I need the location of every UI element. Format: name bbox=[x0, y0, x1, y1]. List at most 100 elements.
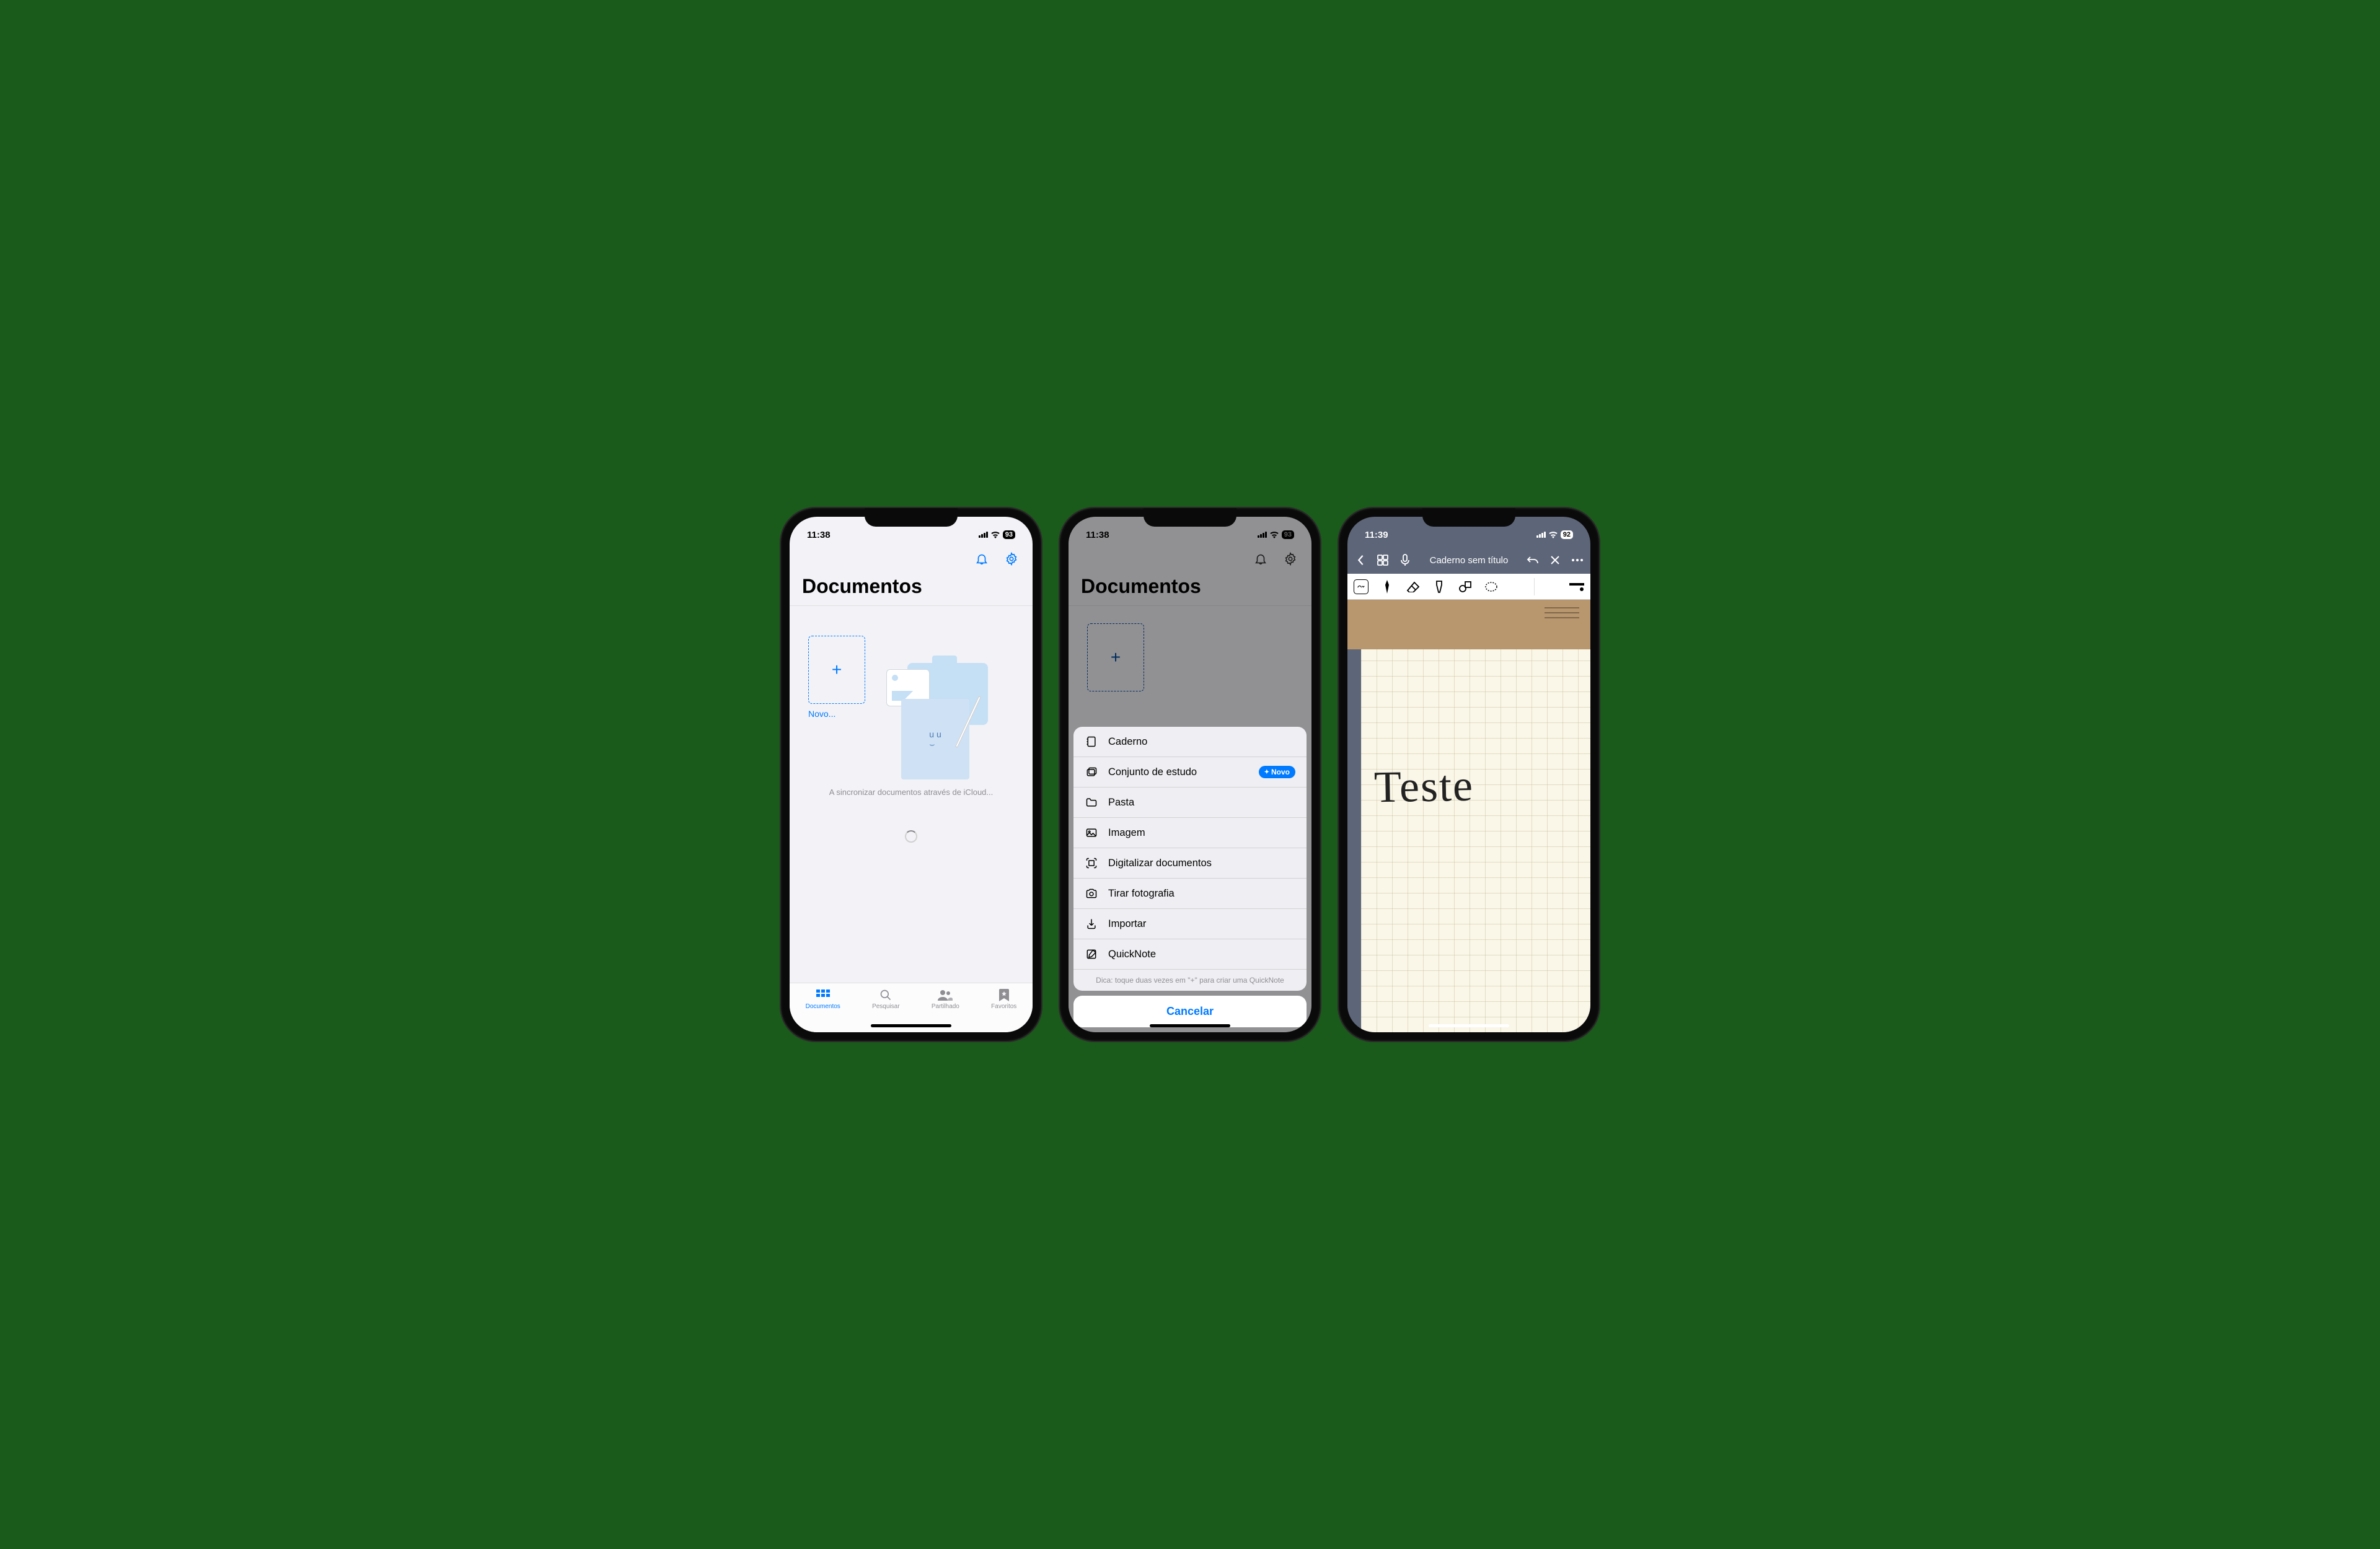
back-icon[interactable] bbox=[1354, 553, 1367, 567]
illustration: u u⌣ bbox=[852, 651, 994, 762]
battery-badge: 93 bbox=[1003, 530, 1015, 539]
mic-icon[interactable] bbox=[1398, 553, 1412, 567]
status-right: 92 bbox=[1536, 530, 1573, 539]
battery-badge: 93 bbox=[1282, 530, 1294, 539]
action-sheet: Caderno Conjunto de estudo ✦Novo Pasta I… bbox=[1073, 727, 1307, 1027]
phone-1: 11:38 93 Documentos + Novo... u bbox=[781, 508, 1041, 1041]
lasso-tool-icon[interactable] bbox=[1484, 579, 1499, 594]
menu-label: Importar bbox=[1108, 918, 1146, 930]
highlighter-tool-icon[interactable] bbox=[1432, 579, 1447, 594]
content-area: + Novo... u u⌣ A sincronizar documentos … bbox=[790, 613, 1033, 886]
gear-icon[interactable] bbox=[1003, 550, 1020, 568]
tool-bar bbox=[1347, 574, 1590, 600]
menu-image[interactable]: Imagem bbox=[1073, 818, 1307, 848]
menu-photo[interactable]: Tirar fotografia bbox=[1073, 879, 1307, 909]
tab-label: Favoritos bbox=[991, 1003, 1016, 1010]
home-indicator[interactable] bbox=[1150, 1024, 1230, 1027]
wifi-icon bbox=[1269, 531, 1279, 538]
nav-left bbox=[1354, 553, 1412, 567]
divider bbox=[790, 605, 1033, 606]
undo-icon[interactable] bbox=[1526, 553, 1540, 567]
sheet-hint: Dica: toque duas vezes em "+" para criar… bbox=[1073, 970, 1307, 991]
grid-icon[interactable] bbox=[1376, 553, 1390, 567]
new-badge: ✦Novo bbox=[1259, 766, 1295, 778]
notch bbox=[1422, 508, 1515, 527]
more-icon[interactable] bbox=[1571, 553, 1584, 567]
quicknote-icon bbox=[1085, 947, 1098, 961]
menu-folder[interactable]: Pasta bbox=[1073, 788, 1307, 818]
signal-icon bbox=[1536, 532, 1546, 538]
zoom-tool-icon[interactable] bbox=[1354, 579, 1368, 594]
bookmark-icon bbox=[996, 988, 1012, 1002]
notebook-title[interactable]: Caderno sem título bbox=[1430, 555, 1509, 566]
bell-icon[interactable] bbox=[1252, 550, 1269, 568]
status-time: 11:38 bbox=[807, 530, 831, 540]
menu-study-set[interactable]: Conjunto de estudo ✦Novo bbox=[1073, 757, 1307, 788]
divider bbox=[1069, 605, 1311, 606]
tab-favorites[interactable]: Favoritos bbox=[991, 988, 1016, 1032]
folder-icon bbox=[1085, 796, 1098, 809]
page-title: Documentos bbox=[1069, 573, 1311, 605]
sheet-panel: Caderno Conjunto de estudo ✦Novo Pasta I… bbox=[1073, 727, 1307, 991]
sync-status-text: A sincronizar documentos através de iClo… bbox=[790, 787, 1033, 798]
home-indicator[interactable] bbox=[871, 1024, 951, 1027]
menu-label: Conjunto de estudo bbox=[1108, 766, 1197, 778]
notch bbox=[865, 508, 958, 527]
notebook-cover bbox=[1347, 600, 1590, 649]
people-icon bbox=[937, 988, 953, 1002]
camera-icon bbox=[1085, 887, 1098, 900]
tab-label: Documentos bbox=[806, 1003, 840, 1010]
screen-documents: 11:38 93 Documentos + Novo... u bbox=[790, 517, 1033, 1032]
import-icon bbox=[1085, 917, 1098, 931]
menu-quicknote[interactable]: QuickNote bbox=[1073, 939, 1307, 970]
battery-badge: 92 bbox=[1561, 530, 1573, 539]
shapes-tool-icon[interactable] bbox=[1458, 579, 1473, 594]
nav-bar: Caderno sem título bbox=[1347, 546, 1590, 574]
cards-icon bbox=[1085, 765, 1098, 779]
grid-icon bbox=[815, 988, 831, 1002]
signal-icon bbox=[979, 532, 988, 538]
menu-scan[interactable]: Digitalizar documentos bbox=[1073, 848, 1307, 879]
menu-label: Digitalizar documentos bbox=[1108, 858, 1212, 869]
menu-label: QuickNote bbox=[1108, 949, 1156, 960]
style-tool-icon[interactable] bbox=[1569, 579, 1584, 594]
status-time: 11:38 bbox=[1086, 530, 1109, 540]
page-title: Documentos bbox=[790, 573, 1033, 605]
scan-icon bbox=[1085, 856, 1098, 870]
tab-label: Pesquisar bbox=[872, 1003, 899, 1010]
tab-label: Partilhado bbox=[932, 1003, 959, 1010]
home-indicator[interactable] bbox=[1429, 1024, 1509, 1027]
screen-notebook: 11:39 92 Caderno sem título bbox=[1347, 517, 1590, 1032]
menu-import[interactable]: Importar bbox=[1073, 909, 1307, 939]
tab-documents[interactable]: Documentos bbox=[806, 988, 840, 1032]
notebook-icon bbox=[1085, 735, 1098, 748]
pen-tool-icon[interactable] bbox=[1380, 579, 1395, 594]
menu-notebook[interactable]: Caderno bbox=[1073, 727, 1307, 757]
eraser-tool-icon[interactable] bbox=[1406, 579, 1421, 594]
header-actions bbox=[1069, 546, 1311, 573]
signal-icon bbox=[1258, 532, 1267, 538]
image-icon bbox=[1085, 826, 1098, 840]
menu-label: Pasta bbox=[1108, 797, 1134, 809]
menu-label: Tirar fotografia bbox=[1108, 888, 1175, 900]
search-icon bbox=[878, 988, 894, 1002]
nav-right bbox=[1526, 553, 1584, 567]
new-document-tile[interactable]: + bbox=[1087, 623, 1144, 691]
wifi-icon bbox=[1548, 531, 1558, 538]
spinner-icon bbox=[905, 830, 917, 843]
paper-page[interactable]: Teste bbox=[1361, 649, 1590, 1032]
phone-3: 11:39 92 Caderno sem título bbox=[1339, 508, 1599, 1041]
status-right: 93 bbox=[979, 530, 1015, 539]
wifi-icon bbox=[990, 531, 1000, 538]
bell-icon[interactable] bbox=[973, 550, 990, 568]
close-icon[interactable] bbox=[1548, 553, 1562, 567]
handwriting-text: Teste bbox=[1373, 760, 1474, 814]
separator bbox=[1534, 578, 1535, 595]
header-actions bbox=[790, 546, 1033, 573]
tool-group-left bbox=[1354, 579, 1499, 594]
gear-icon[interactable] bbox=[1282, 550, 1299, 568]
status-time: 11:39 bbox=[1365, 530, 1388, 540]
canvas-area[interactable]: Teste bbox=[1347, 600, 1590, 1032]
menu-label: Caderno bbox=[1108, 736, 1147, 748]
cancel-button[interactable]: Cancelar bbox=[1073, 996, 1307, 1027]
